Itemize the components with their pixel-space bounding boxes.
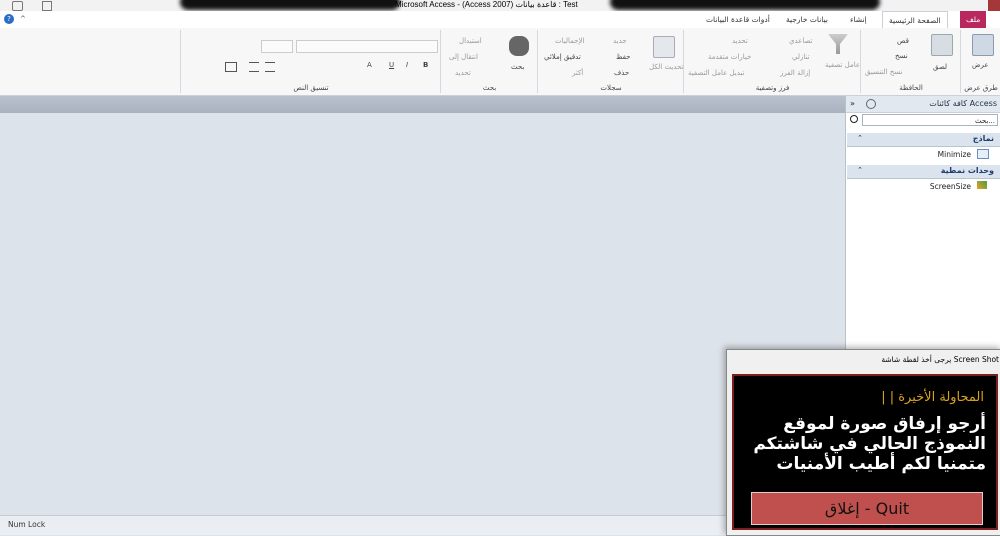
replace-button[interactable]: استبدال: [459, 37, 482, 45]
tab-create[interactable]: إنشاء: [844, 11, 873, 28]
find-button[interactable]: بحث: [511, 63, 524, 71]
delete-record-button[interactable]: حذف: [614, 69, 629, 77]
view-button[interactable]: عرض: [972, 61, 989, 69]
dialog-subtitle: المحاولة الأخيرة | |: [881, 390, 984, 405]
go-to-button[interactable]: انتقال إلى: [449, 53, 478, 61]
view-icon[interactable]: [972, 34, 994, 56]
document-tab-strip: [0, 96, 845, 113]
module-icon: [977, 181, 987, 189]
group-clipboard-label: الحافظة: [899, 84, 923, 92]
selection-button[interactable]: تحديد: [732, 37, 748, 45]
form-icon: [977, 149, 989, 159]
new-record-button[interactable]: جديد: [613, 37, 627, 45]
nav-item-minimize[interactable]: Minimize: [938, 150, 971, 159]
workspace: [0, 113, 845, 515]
search-icon[interactable]: [850, 115, 858, 123]
sort-descending-button[interactable]: تنازلي: [792, 53, 810, 61]
toggle-filter-button[interactable]: تبديل عامل التصفية: [688, 69, 744, 77]
nav-group-label: نماذج: [972, 134, 994, 143]
group-records: تحديث الكل جديد حفظ حذف الإجماليات تدقيق…: [537, 30, 684, 93]
copy-button[interactable]: نسخ: [895, 52, 908, 60]
group-sort-filter-label: فرز وتصفية: [755, 84, 790, 92]
collapse-nav-icon[interactable]: »: [850, 99, 855, 108]
group-text-formatting: B I U A تنسيق النص: [180, 30, 441, 93]
filter-button[interactable]: عامل تصفية: [825, 61, 860, 69]
collapse-group-icon[interactable]: ⌃: [857, 134, 863, 142]
remove-sort-button[interactable]: إزالة الفرز: [780, 69, 810, 77]
dialog-body: المحاولة الأخيرة | | أرجو إرفاق صورة لمو…: [732, 374, 998, 530]
gridlines-icon[interactable]: [225, 62, 237, 72]
select-button[interactable]: تحديد: [455, 69, 471, 77]
group-views: عرض طرق عرض: [960, 30, 1000, 93]
group-find-label: بحث: [482, 84, 497, 92]
align-left-icon[interactable]: [249, 62, 259, 72]
numlock-indicator: Num Lock: [8, 520, 46, 529]
font-color-button[interactable]: A: [367, 61, 372, 69]
binoculars-icon[interactable]: [509, 36, 529, 56]
nav-search-input[interactable]: بحث...: [862, 114, 998, 126]
group-records-label: سجلات: [600, 84, 622, 92]
more-button[interactable]: أكثر: [572, 69, 583, 77]
bold-button[interactable]: B: [423, 61, 428, 69]
help-icon[interactable]: ?: [4, 14, 14, 24]
nav-item-screensize[interactable]: ScreenSize: [930, 182, 971, 191]
tab-database-tools[interactable]: أدوات قاعدة البيانات: [700, 11, 776, 28]
ribbon-minimize-icon[interactable]: ^: [20, 15, 26, 23]
ribbon: عرض طرق عرض لصق قص نسخ نسخ التنسيق الحاف…: [0, 28, 1000, 96]
window-title: Microsoft Access - (Access 2007) قاعدة ب…: [395, 0, 578, 9]
totals-button[interactable]: الإجماليات: [555, 37, 584, 45]
nav-pane-header[interactable]: » كافة كائنات Access: [846, 96, 1000, 113]
access-logo-icon: [988, 0, 1000, 11]
screenshot-dialog: Screen Shot يرجى أخذ لقطة شاشة المحاولة …: [726, 349, 1000, 536]
refresh-icon[interactable]: [653, 36, 675, 58]
cut-button[interactable]: قص: [897, 37, 909, 45]
title-bar: Microsoft Access - (Access 2007) قاعدة ب…: [0, 0, 1000, 11]
tab-file[interactable]: ملف: [960, 11, 987, 28]
quick-access-save-icon[interactable]: [42, 1, 52, 11]
refresh-all-button[interactable]: تحديث الكل: [649, 63, 683, 71]
group-text-formatting-label: تنسيق النص: [293, 84, 329, 92]
font-name-combo[interactable]: [296, 40, 438, 53]
italic-button[interactable]: I: [406, 61, 408, 69]
dialog-message: أرجو إرفاق صورة لموقع النموذج الحالي في …: [753, 414, 986, 474]
underline-button[interactable]: U: [389, 61, 394, 69]
dialog-title: Screen Shot يرجى أخذ لقطة شاشة: [881, 355, 999, 364]
group-views-label: طرق عرض: [964, 84, 998, 92]
paste-button[interactable]: لصق: [933, 63, 947, 71]
save-record-button[interactable]: حفظ: [616, 53, 631, 61]
nav-group-modules[interactable]: ⌃ وحدات نمطية: [847, 165, 1000, 179]
filter-icon[interactable]: [828, 34, 848, 54]
sort-ascending-button[interactable]: تصاعدي: [789, 37, 812, 45]
group-find: بحث استبدال انتقال إلى تحديد بحث: [440, 30, 538, 93]
tab-external-data[interactable]: بيانات خارجية: [780, 11, 834, 28]
advanced-filter-button[interactable]: خيارات متقدمة: [708, 53, 751, 61]
nav-group-label: وحدات نمطية: [940, 166, 994, 175]
nav-menu-chevron-icon[interactable]: [866, 99, 876, 109]
ribbon-tabs: ملف الصفحة الرئيسية إنشاء بيانات خارجية …: [0, 11, 1000, 29]
quick-access-undo-icon[interactable]: [12, 1, 23, 11]
nav-group-forms[interactable]: ⌃ نماذج: [847, 133, 1000, 147]
font-size-combo[interactable]: [261, 40, 293, 53]
format-painter-button[interactable]: نسخ التنسيق: [865, 68, 902, 76]
spelling-button[interactable]: تدقيق إملائي: [544, 53, 581, 61]
paste-icon[interactable]: [931, 34, 953, 56]
align-center-icon[interactable]: [265, 62, 275, 72]
group-clipboard: لصق قص نسخ نسخ التنسيق الحافظة: [860, 30, 961, 93]
tab-home[interactable]: الصفحة الرئيسية: [882, 11, 948, 29]
nav-pane-title: كافة كائنات Access: [929, 99, 997, 108]
quit-button[interactable]: إغلاق - Quit: [751, 492, 983, 525]
group-sort-filter: عامل تصفية تصاعدي تنازلي إزالة الفرز تحد…: [683, 30, 861, 93]
collapse-group-icon[interactable]: ⌃: [857, 166, 863, 174]
